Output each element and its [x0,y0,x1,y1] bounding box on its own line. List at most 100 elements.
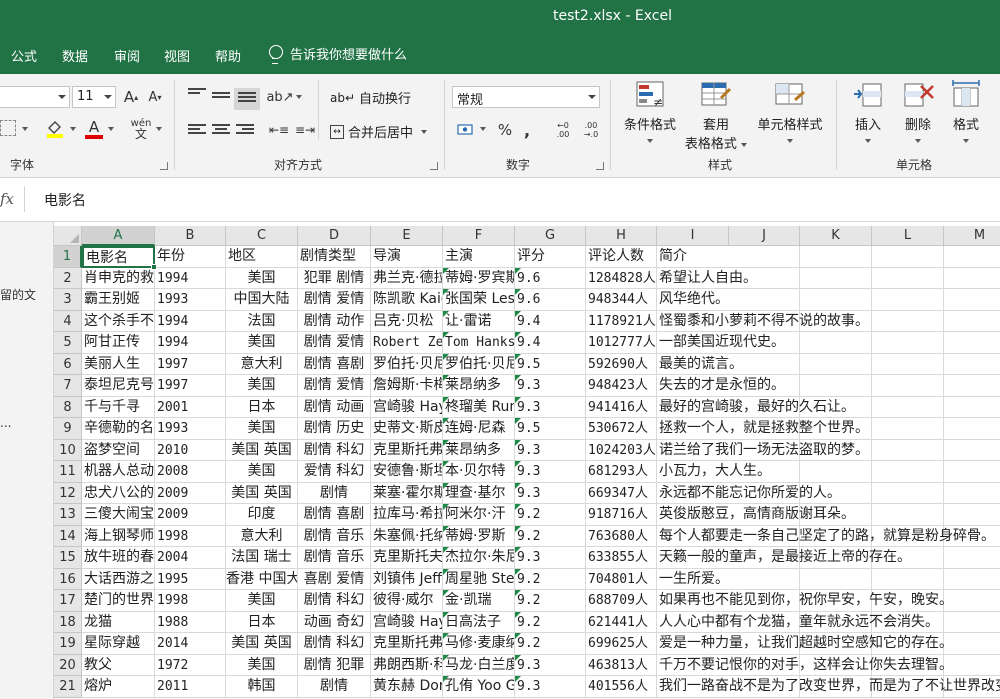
cell-e18[interactable]: 宫崎骏 Hayao [371,611,443,633]
cell-d21[interactable]: 剧情 [298,676,371,698]
cell-g9[interactable]: 9.5 [515,418,586,440]
cell-b20[interactable]: 1972 [155,654,226,676]
cell-f20[interactable]: 马龙·白兰度 [443,654,515,676]
cell-b1[interactable]: 年份 [155,246,226,268]
orientation-icon[interactable]: ab↗ [266,88,302,106]
cell-a16[interactable]: 大话西游之大圣娶亲 [82,568,155,590]
cell-b4[interactable]: 1994 [155,310,226,332]
fx-icon[interactable]: fx [0,190,14,208]
cell-h8[interactable]: 941416人 [586,396,657,418]
column-header-j[interactable]: J [729,226,800,246]
tab-formulas[interactable]: 公式 [11,46,37,65]
comma-style-icon[interactable]: , [520,120,534,140]
align-center-icon[interactable] [212,124,230,138]
row-header[interactable]: 13 [54,504,82,526]
cell-g17[interactable]: 9.2 [515,590,586,612]
cell-f17[interactable]: 金·凯瑞 [443,590,515,612]
cell-i11[interactable]: 小瓦力，大人生。 [657,461,1000,483]
cell-e19[interactable]: 克里斯托弗·诺兰 [371,633,443,655]
column-header-i[interactable]: I [657,226,729,246]
cell-c19[interactable]: 美国 英国 [226,633,298,655]
cell-a20[interactable]: 教父 [82,654,155,676]
insert-button[interactable]: 插入 [846,80,890,148]
cell-c1[interactable]: 地区 [226,246,298,268]
row-header[interactable]: 19 [54,633,82,655]
row-header[interactable]: 3 [54,289,82,311]
cell-f16[interactable]: 周星驰 Stephen [443,568,515,590]
cell-f4[interactable]: 让·雷诺 [443,310,515,332]
tab-data[interactable]: 数据 [62,46,88,65]
increase-indent-icon[interactable]: ≡⇥ [294,120,316,140]
cell-i2[interactable]: 希望让人自由。 [657,268,1000,289]
cell-e9[interactable]: 史蒂文·斯皮尔伯格 [371,418,443,440]
cell-e12[interactable]: 莱塞·霍尔斯道姆 [371,482,443,504]
cell-e13[interactable]: 拉库马·希拉尼 [371,504,443,526]
cell-d20[interactable]: 剧情 犯罪 [298,654,371,676]
cell-c12[interactable]: 美国 英国 [226,482,298,504]
cell-c6[interactable]: 意大利 [226,353,298,375]
cell-e16[interactable]: 刘镇伟 Jeffrey [371,568,443,590]
cell-e17[interactable]: 彼得·威尔 [371,590,443,612]
cell-f3[interactable]: 张国荣 Leslie [443,289,515,311]
cell-i1[interactable]: 简介 [657,246,1000,268]
row-header[interactable]: 15 [54,547,82,569]
cell-a7[interactable]: 泰坦尼克号 [82,375,155,397]
cell-b14[interactable]: 1998 [155,525,226,547]
left-pane-item[interactable]: 留的文 [0,286,36,303]
cell-e7[interactable]: 詹姆斯·卡梅隆 [371,375,443,397]
row-header[interactable]: 17 [54,590,82,612]
cell-g8[interactable]: 9.3 [515,396,586,418]
phonetic-guide-icon[interactable]: wén 文 [130,118,152,141]
cell-c10[interactable]: 美国 英国 [226,439,298,461]
cell-h2[interactable]: 1284828人 [586,267,657,289]
cell-c14[interactable]: 意大利 [226,525,298,547]
cell-f13[interactable]: 阿米尔·汗 [443,504,515,526]
cell-c20[interactable]: 美国 [226,654,298,676]
format-as-table-button[interactable]: 套用 表格格式 [684,80,748,152]
row-header[interactable]: 21 [54,676,82,698]
format-button[interactable]: 格式 [944,80,988,148]
cell-g6[interactable]: 9.5 [515,353,586,375]
cell-g10[interactable]: 9.3 [515,439,586,461]
cell-b7[interactable]: 1997 [155,375,226,397]
cell-c8[interactable]: 日本 [226,396,298,418]
cell-a9[interactable]: 辛德勒的名单 [82,418,155,440]
cell-a4[interactable]: 这个杀手不太冷 [82,310,155,332]
cell-g16[interactable]: 9.2 [515,568,586,590]
cell-h21[interactable]: 401556人 [586,676,657,698]
cell-b18[interactable]: 1988 [155,611,226,633]
fill-handle[interactable] [151,263,157,270]
cell-d5[interactable]: 剧情 爱情 [298,332,371,354]
cell-h7[interactable]: 948423人 [586,375,657,397]
cell-styles-button[interactable]: 单元格样式 [752,80,828,148]
cell-d13[interactable]: 剧情 喜剧 [298,504,371,526]
cell-a21[interactable]: 熔炉 [82,676,155,698]
cell-g11[interactable]: 9.3 [515,461,586,483]
cell-i12[interactable]: 永远都不能忘记你所爱的人。 [657,483,1000,504]
align-left-icon[interactable] [188,124,206,138]
cell-b21[interactable]: 2011 [155,676,226,698]
cell-h3[interactable]: 948344人 [586,289,657,311]
cell-f18[interactable]: 日高法子 [443,611,515,633]
row-header[interactable]: 2 [54,267,82,289]
cell-h10[interactable]: 1024203人 [586,439,657,461]
cell-d6[interactable]: 剧情 喜剧 [298,353,371,375]
cell-d19[interactable]: 剧情 科幻 [298,633,371,655]
fill-color-dropdown[interactable] [68,124,78,134]
decrease-decimal-icon[interactable]: .00 →.0 [580,118,602,142]
cell-d4[interactable]: 剧情 动作 [298,310,371,332]
cell-f6[interactable]: 罗伯托·贝尼尼 [443,353,515,375]
cell-c9[interactable]: 美国 [226,418,298,440]
cell-g19[interactable]: 9.2 [515,633,586,655]
border-dropdown[interactable] [20,124,30,134]
percent-style-icon[interactable]: % [496,120,514,140]
cell-f19[interactable]: 马修·麦康纳 [443,633,515,655]
border-icon[interactable] [0,120,16,136]
align-top-icon[interactable] [188,88,206,102]
cell-c18[interactable]: 日本 [226,611,298,633]
column-header-b[interactable]: B [155,226,226,246]
cell-c7[interactable]: 美国 [226,375,298,397]
phonetic-dropdown[interactable] [154,124,164,134]
tab-help[interactable]: 帮助 [215,46,241,65]
cell-f2[interactable]: 蒂姆·罗宾斯 [443,267,515,289]
